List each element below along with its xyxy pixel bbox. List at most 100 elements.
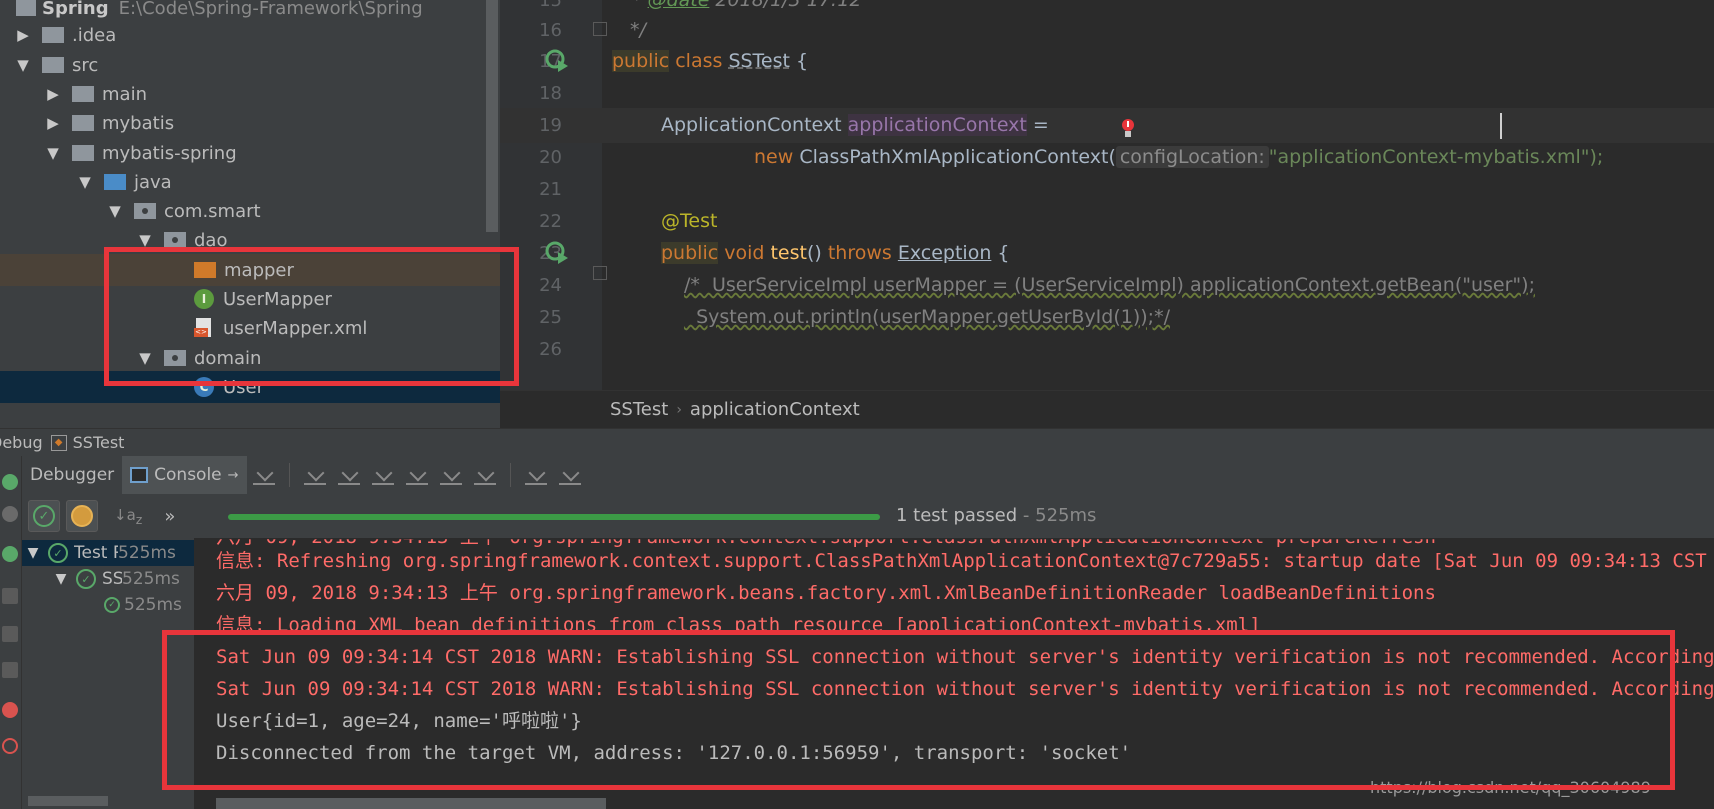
code-editor[interactable]: 15 * @date 2018/1/3 17:12 16 */ 17 publi… [500,0,1714,390]
tree-item-main[interactable]: ▶ main [0,78,500,110]
class-icon: C [194,377,214,397]
console-output[interactable]: 六月 09, 2018 9:34:13 上午 org.springframewo… [194,538,1714,809]
code-brace: { [991,242,1010,264]
breadcrumb-item[interactable]: SSTest [610,399,668,420]
chevron-down-icon[interactable]: ▼ [76,173,94,191]
code-line: 16 */ [500,13,1714,48]
force-step-into-icon[interactable] [371,465,394,485]
field-name: applicationContext [847,114,1027,136]
fold-icon[interactable] [593,22,607,36]
tree-item-idea[interactable]: ▶ .idea [0,19,500,51]
tree-item-domain[interactable]: ▼ domain [0,342,500,374]
view-breakpoints-icon[interactable] [2,702,18,718]
tree-item-mapper[interactable]: ▶ mapper [0,254,500,286]
chevron-down-icon[interactable]: ▼ [52,571,70,587]
watermark-text: https://blog.csdn.net/qq_30604989 [1370,778,1651,797]
evaluate-expression-icon[interactable] [524,465,547,485]
rerun-icon[interactable] [2,474,18,490]
toolbar-divider [288,463,290,487]
trace-icon[interactable] [558,465,581,485]
tree-item-label: User [223,376,265,398]
type-name: Exception [897,242,992,264]
tree-item-mybatis[interactable]: ▶ mybatis [0,107,500,139]
chevron-down-icon[interactable]: ▼ [24,545,42,561]
fold-icon[interactable] [593,266,607,280]
test-row-class[interactable]: ▼ ✓ SSTest 525ms [22,566,194,592]
tree-item-mybatis-spring[interactable]: ▼ mybatis-spring [0,137,500,169]
line-number: 19 [539,115,562,136]
keyword: throws [827,242,892,264]
tree-item-label: mybatis-spring [102,142,237,164]
tree-item-usermapper[interactable]: ▶ I UserMapper [0,283,500,315]
run-gutter-icon[interactable] [544,48,570,74]
breadcrumb-item[interactable]: applicationContext [690,399,860,420]
play-icon[interactable] [2,588,18,604]
test-runner-toolbar: ✓ ↓az » 1 test passed - 525ms [22,494,1714,538]
tree-item-src[interactable]: ▼ src [0,49,500,81]
type-name: ClassPathXmlApplicationContext( [793,146,1116,168]
more-icon[interactable]: » [164,506,175,527]
debug-header: Debug ◆ SSTest [0,428,1714,456]
lightbulb-icon[interactable] [1121,118,1135,140]
console-scrollbar[interactable] [216,798,606,809]
step-into-icon[interactable] [337,465,360,485]
folder-icon [72,86,94,102]
project-root-name: Spring [42,0,109,19]
project-root-path: E:\Code\Spring-Framework\Spring [118,0,423,19]
code-brace: { [789,50,809,72]
tree-item-com-smart[interactable]: ▼ com.smart [0,195,500,227]
test-summary: 1 test passed [896,505,1018,526]
stop-square-icon[interactable] [2,662,18,678]
sort-alpha-icon[interactable]: ↓az [114,506,142,527]
tree-item-label: main [102,83,147,105]
show-ignored-button[interactable] [66,500,98,532]
tree-item-java[interactable]: ▼ java [0,166,500,198]
line-number: 21 [539,179,562,200]
tree-item-label: mybatis [102,112,175,134]
console-line: 信息: Loading XML bean definitions from cl… [216,614,1261,636]
show-execution-point-icon[interactable] [252,465,275,485]
console-line: Disconnected from the target VM, address… [216,742,1132,764]
resume-icon[interactable] [2,546,18,562]
tree-item-label: mapper [224,259,294,281]
run-gutter-icon[interactable] [544,240,570,266]
chevron-right-icon[interactable]: ▶ [44,114,62,132]
tree-item-usermapper-xml[interactable]: ▶ <> userMapper.xml [0,312,500,344]
keyword: void [724,242,765,264]
test-tree-scrollbar[interactable] [28,796,108,806]
test-row-root[interactable]: ▼ ✓ Test Results 525ms [22,540,194,566]
project-scrollbar[interactable] [486,0,498,232]
tree-item-user[interactable]: ▶ C User [0,371,500,403]
test-duration: - 525ms [1017,505,1097,526]
debug-label: Debug [0,433,43,452]
run-config-name[interactable]: SSTest [73,433,125,452]
chevron-down-icon[interactable]: ▼ [136,231,154,249]
code-line: 22 @Test [500,204,1714,239]
test-time: 525ms [124,595,182,615]
check-icon: ✓ [33,505,55,527]
chevron-right-icon[interactable]: ▶ [44,85,62,103]
method-name: test [770,242,807,264]
step-out-icon[interactable] [405,465,428,485]
line-number: 18 [539,83,562,104]
mute-breakpoints-icon[interactable] [2,738,18,754]
line-number: 22 [539,211,562,232]
chevron-right-icon[interactable]: ▶ [14,26,32,44]
show-passed-button[interactable]: ✓ [28,500,60,532]
tree-item-label: com.smart [164,200,261,222]
tab-debugger[interactable]: Debugger [22,456,122,494]
step-over-icon[interactable] [303,465,326,485]
tree-item-label: .idea [72,24,117,46]
test-row-method[interactable]: ✓ test 525ms [22,592,194,618]
chevron-down-icon[interactable]: ▼ [44,144,62,162]
tab-console[interactable]: Console → [122,456,247,494]
tree-item-dao[interactable]: ▼ dao [0,224,500,256]
toolbar-divider [509,463,511,487]
run-to-cursor-icon[interactable] [473,465,496,485]
chevron-down-icon[interactable]: ▼ [14,56,32,74]
drop-frame-icon[interactable] [439,465,462,485]
pause-icon[interactable] [2,626,18,642]
stop-icon[interactable] [2,506,18,522]
chevron-down-icon[interactable]: ▼ [106,202,124,220]
chevron-down-icon[interactable]: ▼ [136,349,154,367]
